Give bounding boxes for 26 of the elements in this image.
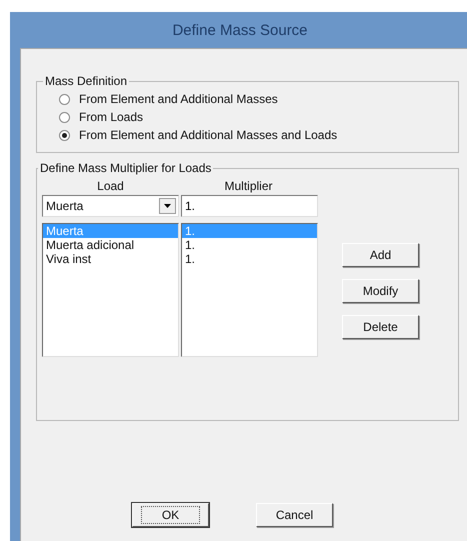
cancel-button[interactable]: Cancel <box>256 503 333 527</box>
ok-button[interactable]: OK <box>132 503 209 527</box>
column-header: Load <box>96 178 125 195</box>
radio-label[interactable]: From Element and Additional Masses and Loads <box>79 128 338 142</box>
action-button[interactable]: Modify <box>342 279 419 303</box>
multiplier-field[interactable]: 1. <box>181 195 318 217</box>
column-header: Multiplier <box>223 178 274 195</box>
group-title: Mass Definition <box>44 74 128 88</box>
load-list[interactable]: Muerta Muerta adicional Viva inst <box>42 223 179 357</box>
action-button[interactable]: Add <box>342 243 419 267</box>
radio-label[interactable]: From Loads <box>79 110 144 124</box>
radio-label[interactable]: From Element and Additional Masses <box>79 92 278 106</box>
radio-button[interactable] <box>59 130 70 140</box>
action-button[interactable]: Delete <box>342 315 419 339</box>
list-item[interactable]: 1. <box>182 252 317 266</box>
caret-icon <box>164 204 171 208</box>
dropdown-button[interactable] <box>159 198 176 214</box>
window-title: Define Mass Source <box>172 22 308 38</box>
group-title: Define Mass Multiplier for Loads <box>39 161 212 175</box>
list-item[interactable]: 1. <box>182 238 317 252</box>
multiplier-list[interactable]: 1. 1. 1. <box>181 223 318 357</box>
load-dropdown[interactable]: Muerta <box>42 195 179 217</box>
radio-button[interactable] <box>59 112 70 122</box>
radio-button[interactable] <box>59 94 70 104</box>
list-item[interactable]: Muerta adicional <box>43 238 178 252</box>
list-item[interactable]: Viva inst <box>43 252 178 266</box>
